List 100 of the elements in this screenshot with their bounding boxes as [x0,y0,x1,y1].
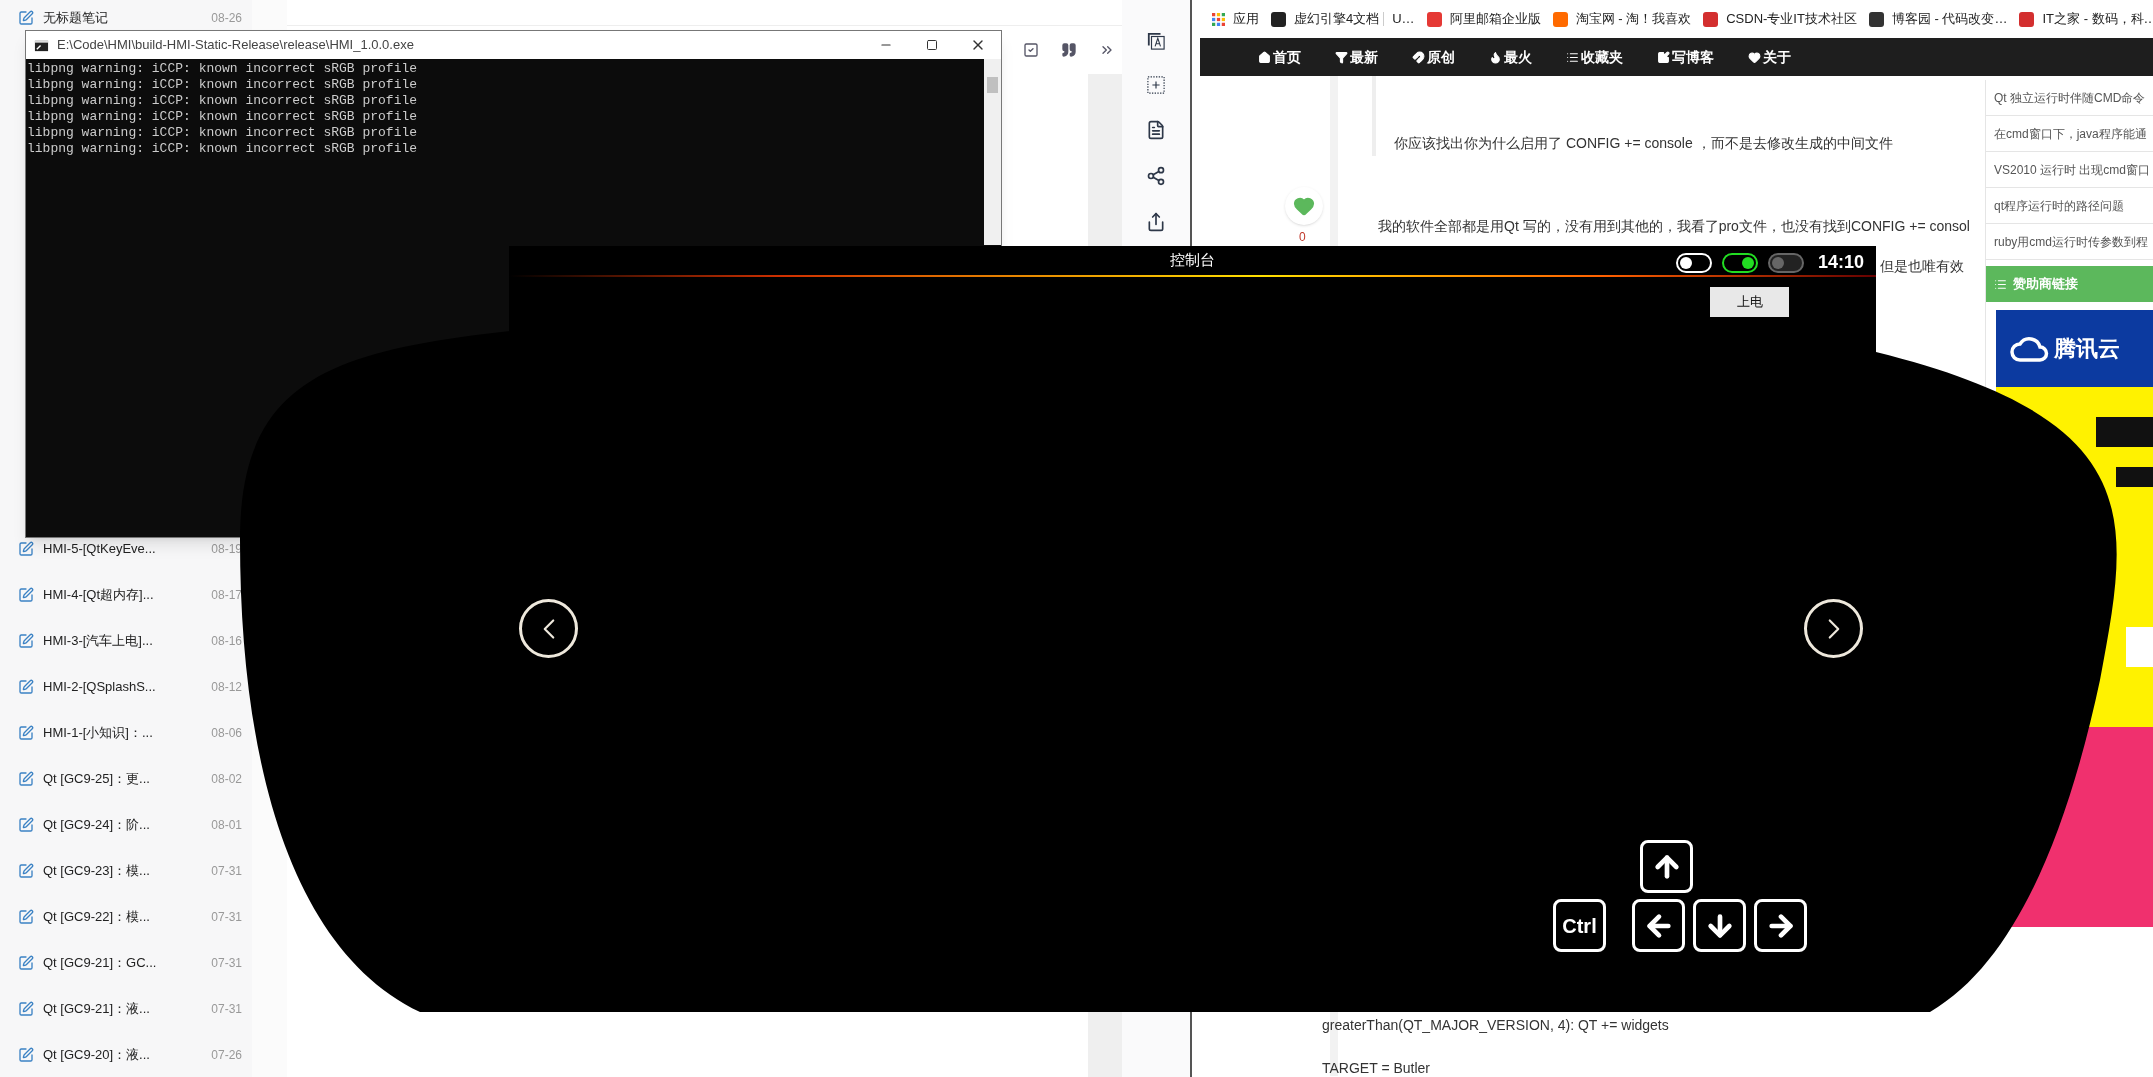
text-box-icon[interactable] [1147,32,1165,50]
console-line: libpng warning: iCCP: known incorrect sRGB profile [27,125,419,141]
note-title[interactable]: Qt [GC9-22]：模... [43,907,183,927]
note-title[interactable]: 无标题笔记 [43,8,183,28]
note-date: 08-17 [211,587,242,604]
site-icon [1426,11,1442,27]
nav-link[interactable]: 原创 [1412,46,1455,68]
flame-icon [1489,50,1502,64]
export-icon[interactable] [1146,212,1166,232]
share-icon[interactable] [1146,166,1166,186]
scrollbar[interactable] [984,59,1001,245]
note-icon [18,10,34,26]
quote-text: 你应该找出你为什么启用了 CONFIG += console ，而不是去修改生成的中间文件 [1394,134,1893,153]
cloud-logo-icon [2010,335,2050,362]
edit-icon [1657,50,1670,64]
paragraph: 我的软件全部都是用Qt 写的，没有用到其他的，我看了pro文件，也没有找到CONFIG += consol [1378,217,1971,236]
related-link[interactable]: ruby用cmd运行时传参数到程 [1986,224,2153,260]
bookmark-label[interactable]: IT之家 - 数码，科… [2042,9,2153,29]
maximize-icon [926,39,938,51]
note-title[interactable]: HMI-1-[小知识]：... [43,723,183,743]
note-title[interactable]: Qt [GC9-21]：GC... [43,953,183,973]
nav-link[interactable]: 收藏夹 [1566,46,1623,68]
note-title[interactable]: Qt [GC9-23]：模... [43,861,183,881]
hmi-title: 控制台 [1170,250,1215,271]
note-date: 07-31 [211,1001,242,1018]
like-count: 0 [1299,229,1306,246]
bookmark-label[interactable]: U… [1392,9,1415,29]
site-icon [1552,11,1568,27]
add-block-icon[interactable] [1147,76,1165,94]
ad-banner[interactable]: 腾讯云 [1996,310,2153,387]
console-line: libpng warning: iCCP: known incorrect sRGB profile [27,61,419,77]
note-title[interactable]: Qt [GC9-20]：液... [43,1045,183,1065]
up-arrow-key[interactable] [1640,840,1693,893]
power-on-button[interactable]: 上电 [1710,287,1789,317]
quote-tool-icon[interactable] [1061,42,1077,58]
related-link[interactable]: 在cmd窗口下，java程序能通 [1986,116,2153,152]
checkbox-tool-icon[interactable] [1023,42,1039,58]
toggle-switch[interactable] [1721,252,1758,273]
bookmark-label[interactable]: 博客园 - 代码改变… [1891,9,2008,29]
note-date: 07-31 [211,955,242,972]
bookmark-label[interactable]: 淘宝网 - 淘！我喜欢 [1575,9,1692,29]
paragraph-fragment: 但是也唯有效 [1880,257,1964,276]
note-date: 07-31 [211,863,242,880]
ctrl-key[interactable]: Ctrl [1553,899,1606,952]
note-title[interactable]: HMI-3-[汽车上电]... [43,631,183,651]
note-icon [18,541,34,557]
nav-link[interactable]: 关于 [1748,46,1791,68]
note-icon [18,817,34,833]
note-date: 08-16 [211,633,242,650]
filter-icon [1335,50,1348,64]
clock-time: 14:10 [1817,251,1864,274]
sponsor-header: 赞助商链接 [1986,266,2153,302]
note-date: 08-01 [211,817,242,834]
site-icon [1703,11,1719,27]
list-icon [1566,50,1579,64]
related-link[interactable]: Qt 独立运行时伴随CMD命令 [1986,80,2153,116]
next-button[interactable] [1804,599,1863,658]
note-date: 07-31 [211,909,242,926]
bookmark-label[interactable]: 阿里邮箱企业版 [1449,9,1541,29]
left-arrow-key[interactable] [1632,899,1685,952]
apps-grid-icon [1212,12,1225,26]
bookmark-label[interactable]: 应用 [1233,9,1259,29]
nav-link[interactable]: 最火 [1489,46,1532,68]
previous-button[interactable] [519,599,578,658]
nav-link[interactable]: 写博客 [1657,46,1714,68]
code-line: TARGET = Butler [1322,1059,1431,1077]
heart-icon [1293,195,1315,217]
nav-link[interactable]: 最新 [1335,46,1378,68]
ad-brand: 腾讯云 [2054,335,2120,363]
site-icon [1271,11,1286,27]
nav-link[interactable]: 首页 [1258,46,1301,68]
console-line: libpng warning: iCCP: known incorrect sRGB profile [27,141,419,157]
bookmark-label[interactable]: CSDN-专业IT技术社区 [1726,9,1857,29]
note-icon [18,633,34,649]
note-title[interactable]: HMI-5-[QtKeyEve... [43,539,183,559]
right-arrow-key[interactable] [1754,899,1807,952]
window-title: E:\Code\HMI\build-HMI-Static-Release\release\HMI_1.0.0.exe [57,36,414,55]
down-arrow-key[interactable] [1693,899,1746,952]
related-link[interactable]: VS2010 运行时 出现cmd窗口 [1986,152,2153,188]
related-link[interactable]: qt程序运行时的路径问题 [1986,188,2153,224]
note-date: 08-26 [211,10,242,27]
note-icon [18,725,34,741]
home-icon [1258,50,1271,64]
note-date: 08-02 [211,771,242,788]
console-line: libpng warning: iCCP: known incorrect sRGB profile [27,77,419,93]
site-icon [1868,11,1884,27]
note-icon [18,909,34,925]
list-icon [1994,277,2007,291]
note-title[interactable]: Qt [GC9-25]：更... [43,769,183,789]
note-icon [18,955,34,971]
note-icon [18,1047,34,1063]
note-title[interactable]: HMI-2-[QSplashS... [43,677,183,697]
note-title[interactable]: HMI-4-[Qt超内存]... [43,585,183,605]
console-line: libpng warning: iCCP: known incorrect sRGB profile [27,93,419,109]
document-icon[interactable] [1146,120,1166,140]
bookmark-label[interactable]: 虚幻引擎4文档 [1294,9,1380,29]
note-title[interactable]: Qt [GC9-21]：液... [43,999,183,1019]
note-date: 08-12 [211,679,242,696]
note-title[interactable]: Qt [GC9-24]：阶... [43,815,183,835]
heart-icon [1748,50,1761,64]
